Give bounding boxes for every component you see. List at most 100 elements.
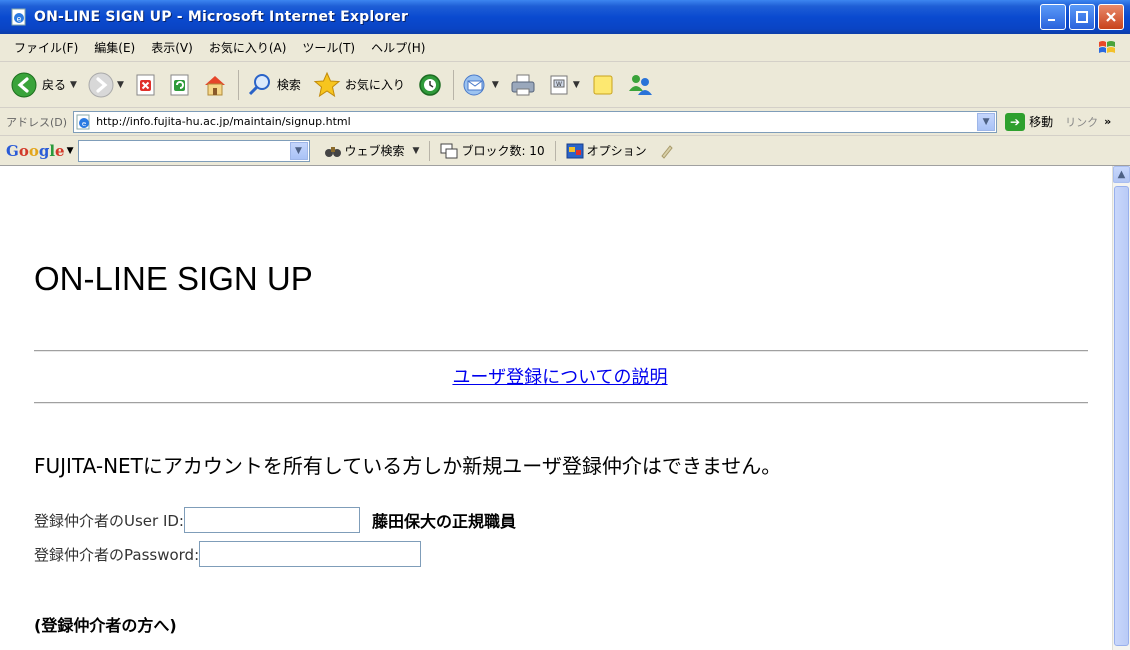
favorites-button[interactable]: お気に入り — [309, 66, 411, 104]
vertical-scrollbar[interactable]: ▲ — [1112, 166, 1130, 650]
close-icon — [1106, 12, 1116, 22]
popup-block-icon — [440, 143, 458, 158]
go-button[interactable]: ➔ 移動 — [1005, 112, 1053, 131]
search-icon — [248, 73, 270, 95]
userid-row: 登録仲介者のUser ID: 藤田保大の正規職員 — [34, 507, 516, 533]
userid-label: 登録仲介者のUser ID: — [34, 511, 184, 530]
edit-button[interactable]: W ▼ — [543, 66, 584, 104]
minimize-button[interactable] — [1040, 4, 1066, 30]
menu-tools[interactable]: ツール(T) — [294, 39, 363, 56]
back-dropdown-icon[interactable]: ▼ — [70, 80, 77, 90]
menu-view[interactable]: 表示(V) — [143, 39, 201, 56]
mail-dropdown-icon[interactable]: ▼ — [492, 80, 499, 90]
forward-dropdown-icon[interactable]: ▼ — [117, 80, 124, 90]
scroll-up-icon[interactable]: ▲ — [1113, 166, 1130, 183]
web-search-button[interactable]: ウェブ検索 ▼ — [324, 142, 420, 160]
horizontal-rule — [34, 402, 1088, 404]
search-button[interactable]: 検索 — [243, 66, 307, 104]
options-button[interactable]: オプション — [566, 142, 647, 159]
menu-file[interactable]: ファイル(F) — [6, 39, 86, 56]
browser-window: e ON-LINE SIGN UP - Microsoft Internet E… — [0, 0, 1130, 650]
print-button[interactable] — [505, 66, 541, 104]
google-separator — [429, 140, 431, 161]
horizontal-rule — [34, 350, 1088, 352]
menu-help[interactable]: ヘルプ(H) — [363, 39, 433, 56]
search-label: 検索 — [276, 78, 301, 92]
refresh-button[interactable] — [164, 66, 196, 104]
password-label: 登録仲介者のPassword: — [34, 545, 200, 564]
close-button[interactable] — [1098, 4, 1124, 30]
intermediary-section-heading: (登録仲介者の方へ) — [34, 616, 177, 635]
svg-text:e: e — [82, 120, 86, 128]
links-more-icon[interactable]: » — [1104, 115, 1111, 128]
favorites-star-icon — [313, 71, 341, 97]
title-bar: e ON-LINE SIGN UP - Microsoft Internet E… — [0, 0, 1130, 34]
mail-icon — [463, 74, 485, 95]
svg-text:e: e — [17, 15, 22, 24]
toolbar-separator — [452, 69, 454, 100]
ie-page-icon: e — [11, 8, 26, 26]
userid-input[interactable] — [184, 507, 360, 533]
address-bar: アドレス(D) e http://info.fujita-hu.ac.jp/ma… — [0, 108, 1130, 136]
stop-icon — [136, 74, 155, 95]
highlight-button[interactable] — [659, 143, 675, 159]
home-button[interactable] — [198, 66, 232, 104]
password-input[interactable] — [199, 541, 422, 567]
refresh-icon — [170, 74, 189, 95]
signup-help-link[interactable]: ユーザ登録についての説明 — [0, 363, 1112, 389]
highlighter-icon — [660, 144, 673, 159]
popup-blocker-button[interactable]: ブロック数: 10 — [440, 142, 545, 159]
maximize-button[interactable] — [1069, 4, 1095, 30]
google-logo[interactable]: Google — [6, 142, 65, 160]
windows-logo-icon — [1099, 41, 1115, 53]
messenger-button[interactable] — [622, 66, 658, 104]
history-button[interactable] — [413, 66, 447, 104]
google-search-input[interactable]: ▼ — [77, 139, 310, 162]
page-favicon-icon: e — [76, 114, 90, 129]
discuss-button[interactable] — [586, 66, 620, 104]
menu-edit[interactable]: 編集(E) — [86, 39, 143, 56]
history-clock-icon — [419, 73, 441, 96]
web-search-label: ウェブ検索 — [344, 144, 405, 158]
minimize-icon — [1048, 19, 1055, 21]
home-icon — [204, 75, 225, 95]
options-label: オプション — [586, 144, 647, 158]
scrollbar-thumb[interactable] — [1114, 186, 1129, 646]
messenger-icon — [628, 74, 652, 95]
password-row: 登録仲介者のPassword: — [34, 541, 422, 567]
address-input[interactable]: e http://info.fujita-hu.ac.jp/maintain/s… — [73, 110, 998, 133]
mail-button[interactable]: ▼ — [458, 66, 503, 104]
favorites-label: お気に入り — [344, 78, 405, 92]
printer-icon — [511, 74, 535, 95]
svg-text:W: W — [556, 81, 562, 88]
address-label: アドレス(D) — [6, 115, 68, 129]
menu-bar: ファイル(F) 編集(E) 表示(V) お気に入り(A) ツール(T) ヘルプ(… — [0, 34, 1130, 62]
binoculars-icon — [324, 146, 341, 157]
popup-block-count: ブロック数: 10 — [461, 144, 545, 158]
maximize-icon — [1076, 11, 1088, 23]
menu-favorites[interactable]: お気に入り(A) — [201, 39, 295, 56]
toolbar-separator — [237, 69, 239, 100]
page-title: ON-LINE SIGN UP — [34, 260, 313, 297]
links-button[interactable]: リンク — [1065, 114, 1098, 130]
address-url: http://info.fujita-hu.ac.jp/maintain/sig… — [96, 115, 351, 128]
staff-requirement-note: 藤田保大の正規職員 — [372, 512, 517, 531]
google-toolbar: Google ▼ ▼ ウェブ検索 ▼ ブロック数: 10 オプション — [0, 136, 1130, 166]
address-dropdown-icon[interactable]: ▼ — [977, 112, 996, 131]
google-separator — [554, 140, 556, 161]
back-button[interactable]: 戻る ▼ — [6, 66, 81, 104]
google-search-dropdown-icon[interactable]: ▼ — [289, 141, 308, 160]
google-menu-dropdown-icon[interactable]: ▼ — [67, 146, 74, 156]
go-arrow-icon: ➔ — [1005, 112, 1026, 131]
stop-button[interactable] — [130, 66, 162, 104]
forward-button[interactable]: ▼ — [83, 66, 128, 104]
account-requirement-notice: FUJITA-NETにアカウントを所有している方しか新規ユーザ登録仲介はできませ… — [34, 454, 782, 478]
back-arrow-icon — [11, 72, 37, 97]
edit-document-icon: W — [550, 75, 568, 94]
edit-dropdown-icon[interactable]: ▼ — [573, 80, 580, 90]
page-content: ON-LINE SIGN UP ユーザ登録についての説明 FUJITA-NETに… — [0, 166, 1112, 650]
standard-toolbar: 戻る ▼ ▼ 検索 お気に入り ▼ W ▼ — [0, 62, 1130, 108]
note-icon — [593, 75, 613, 94]
web-search-dropdown-icon[interactable]: ▼ — [413, 146, 420, 156]
options-icon — [566, 143, 584, 158]
